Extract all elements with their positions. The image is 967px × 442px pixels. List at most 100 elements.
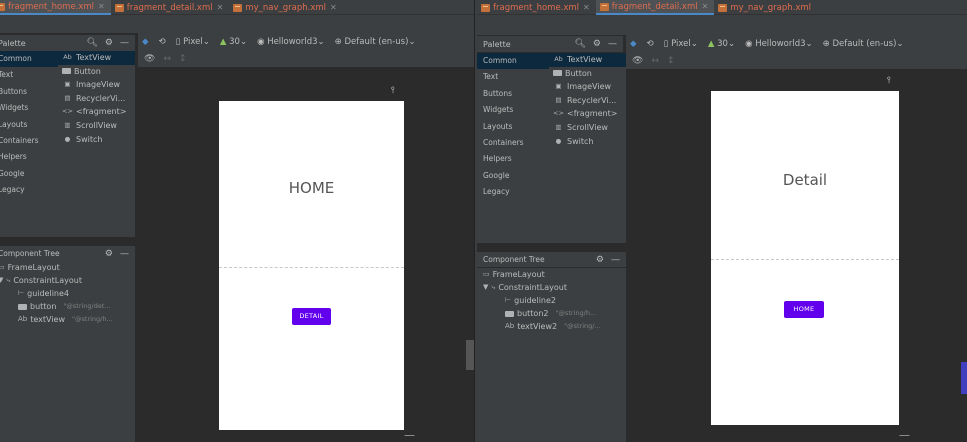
vertical-arrows-icon[interactable]: ↕ bbox=[667, 56, 675, 66]
close-icon[interactable]: ✕ bbox=[702, 2, 709, 11]
eye-icon[interactable]: 👁︎ bbox=[632, 56, 643, 66]
search-icon[interactable]: 🔍︎ bbox=[574, 39, 585, 49]
tree-node-framelayout[interactable]: ▭ FrameLayout bbox=[0, 261, 135, 274]
minimize-icon[interactable]: — bbox=[611, 255, 620, 265]
tree-node-textview[interactable]: Ab textView "@string/h... bbox=[0, 313, 135, 326]
design-button[interactable]: HOME bbox=[784, 301, 824, 318]
category-google[interactable]: Google bbox=[0, 166, 58, 182]
category-widgets[interactable]: Widgets bbox=[477, 102, 549, 118]
category-buttons[interactable]: Buttons bbox=[477, 86, 549, 102]
resize-handle-icon[interactable] bbox=[899, 428, 917, 436]
design-surface[interactable]: HOME DETAIL bbox=[219, 101, 404, 430]
tree-node-constraintlayout[interactable]: ▼ ⤷ ConstraintLayout bbox=[477, 281, 626, 294]
tab-fragment-home[interactable]: fragment_home.xml ✕ bbox=[477, 0, 596, 15]
tree-node-button[interactable]: button2 "@string/h... bbox=[477, 307, 626, 320]
pin-icon[interactable]: ⫯ bbox=[887, 76, 891, 86]
tree-node-guideline[interactable]: ⊢ guideline4 bbox=[0, 287, 135, 300]
gear-icon[interactable]: ⚙ bbox=[596, 255, 604, 265]
palette-categories: Common Text Buttons Widgets Layouts Cont… bbox=[477, 53, 549, 201]
close-icon[interactable]: ✕ bbox=[217, 3, 224, 12]
close-icon[interactable]: ✕ bbox=[330, 3, 337, 12]
tree-node-guideline[interactable]: ⊢ guideline2 bbox=[477, 294, 626, 307]
category-containers[interactable]: Containers bbox=[477, 135, 549, 151]
gear-icon[interactable]: ⚙ bbox=[593, 39, 601, 49]
horizontal-arrows-icon[interactable]: ↔ bbox=[651, 56, 659, 66]
tab-label: fragment_home.xml bbox=[8, 1, 95, 12]
category-layouts[interactable]: Layouts bbox=[0, 117, 58, 133]
locale-selector[interactable]: ⊕ Default (en-us)⌄ bbox=[335, 37, 416, 47]
resize-handle-icon[interactable] bbox=[404, 428, 422, 436]
palette-item-switch[interactable]: ● Switch bbox=[549, 135, 626, 149]
horizontal-arrows-icon[interactable]: ↔ bbox=[163, 54, 171, 64]
category-containers[interactable]: Containers bbox=[0, 133, 58, 149]
minimize-icon[interactable]: — bbox=[608, 39, 617, 49]
chevron-down-icon[interactable]: ▼ bbox=[0, 274, 3, 287]
close-icon[interactable]: ✕ bbox=[583, 3, 590, 12]
guideline bbox=[711, 259, 899, 260]
device-selector[interactable]: ▯ Pixel⌄ bbox=[176, 37, 210, 47]
palette-item-button[interactable]: Button bbox=[549, 67, 626, 81]
tab-fragment-home[interactable]: fragment_home.xml ✕ bbox=[0, 0, 111, 15]
api-selector[interactable]: ▲ 30⌄ bbox=[220, 37, 247, 47]
minimize-icon[interactable]: — bbox=[120, 38, 129, 48]
layers-icon[interactable]: ◆ bbox=[142, 37, 149, 47]
chevron-down-icon[interactable]: ▼ bbox=[483, 281, 488, 294]
category-layouts[interactable]: Layouts bbox=[477, 119, 549, 135]
orientation-icon[interactable]: ⟲ bbox=[159, 37, 166, 47]
device-selector[interactable]: ▯ Pixel⌄ bbox=[664, 39, 698, 49]
category-buttons[interactable]: Buttons bbox=[0, 84, 58, 100]
design-button[interactable]: DETAIL bbox=[292, 308, 331, 325]
palette-item-imageview[interactable]: ▣ ImageView bbox=[549, 80, 626, 94]
palette-item-textview[interactable]: Ab TextView bbox=[549, 53, 626, 67]
category-common[interactable]: Common bbox=[477, 53, 549, 70]
pin-icon[interactable]: ⫯ bbox=[391, 86, 395, 96]
category-text[interactable]: Text bbox=[477, 69, 549, 85]
category-common[interactable]: Common bbox=[0, 51, 58, 68]
design-surface[interactable]: Detail HOME bbox=[711, 91, 899, 425]
editor-tabs: fragment_home.xml ✕ fragment_detail.xml ✕ … bbox=[0, 0, 474, 15]
palette-item-fragment[interactable]: <> <fragment> bbox=[58, 105, 135, 119]
api-selector[interactable]: ▲ 30⌄ bbox=[708, 39, 735, 49]
tab-nav-graph[interactable]: my_nav_graph.xml bbox=[714, 0, 817, 15]
theme-selector[interactable]: ◉ Helloworld3⌄ bbox=[745, 39, 813, 49]
tree-node-textview[interactable]: Ab textView2 "@string/... bbox=[477, 320, 626, 333]
palette-item-recyclerview[interactable]: ▤ RecyclerVi... bbox=[58, 92, 135, 106]
tab-label: fragment_detail.xml bbox=[611, 1, 698, 12]
tree-node-button[interactable]: button "@string/det... bbox=[0, 300, 135, 313]
gear-icon[interactable]: ⚙ bbox=[105, 249, 113, 259]
design-title-text[interactable]: Detail bbox=[711, 171, 899, 189]
layers-icon[interactable]: ◆ bbox=[630, 39, 637, 49]
category-google[interactable]: Google bbox=[477, 168, 549, 184]
design-title-text[interactable]: HOME bbox=[219, 179, 404, 197]
orientation-icon[interactable]: ⟲ bbox=[647, 39, 654, 49]
category-widgets[interactable]: Widgets bbox=[0, 100, 58, 116]
locale-selector[interactable]: ⊕ Default (en-us)⌄ bbox=[823, 39, 904, 49]
xml-file-icon bbox=[599, 2, 609, 11]
gear-icon[interactable]: ⚙ bbox=[105, 38, 113, 48]
palette-item-imageview[interactable]: ▣ ImageView bbox=[58, 78, 135, 92]
theme-selector[interactable]: ◉ Helloworld3⌄ bbox=[257, 37, 325, 47]
vertical-arrows-icon[interactable]: ↕ bbox=[179, 54, 187, 64]
palette-item-fragment[interactable]: <> <fragment> bbox=[549, 107, 626, 121]
palette-item-button[interactable]: Button bbox=[58, 65, 135, 79]
category-helpers[interactable]: Helpers bbox=[477, 151, 549, 167]
tree-node-framelayout[interactable]: ▭ FrameLayout bbox=[477, 268, 626, 281]
search-icon[interactable]: 🔍︎ bbox=[86, 38, 97, 48]
tab-fragment-detail[interactable]: fragment_detail.xml ✕ bbox=[595, 0, 715, 15]
scroll-gutter bbox=[466, 340, 474, 370]
minimize-icon[interactable]: — bbox=[120, 249, 129, 259]
palette-item-scrollview[interactable]: ▥ ScrollView bbox=[58, 119, 135, 133]
category-legacy[interactable]: Legacy bbox=[0, 182, 58, 198]
eye-icon[interactable]: 👁︎ bbox=[144, 54, 155, 64]
tab-fragment-detail[interactable]: fragment_detail.xml ✕ bbox=[111, 0, 230, 15]
palette-item-scrollview[interactable]: ▥ ScrollView bbox=[549, 121, 626, 135]
category-legacy[interactable]: Legacy bbox=[477, 184, 549, 200]
category-helpers[interactable]: Helpers bbox=[0, 149, 58, 165]
category-text[interactable]: Text bbox=[0, 67, 58, 83]
close-icon[interactable]: ✕ bbox=[98, 2, 105, 11]
tree-node-constraintlayout[interactable]: ▼ ⤷ ConstraintLayout bbox=[0, 274, 135, 287]
tab-nav-graph[interactable]: my_nav_graph.xml ✕ bbox=[229, 0, 342, 15]
palette-item-recyclerview[interactable]: ▤ RecyclerVi... bbox=[549, 94, 626, 108]
palette-item-switch[interactable]: ● Switch bbox=[58, 133, 135, 147]
palette-item-textview[interactable]: Ab TextView bbox=[58, 51, 135, 65]
